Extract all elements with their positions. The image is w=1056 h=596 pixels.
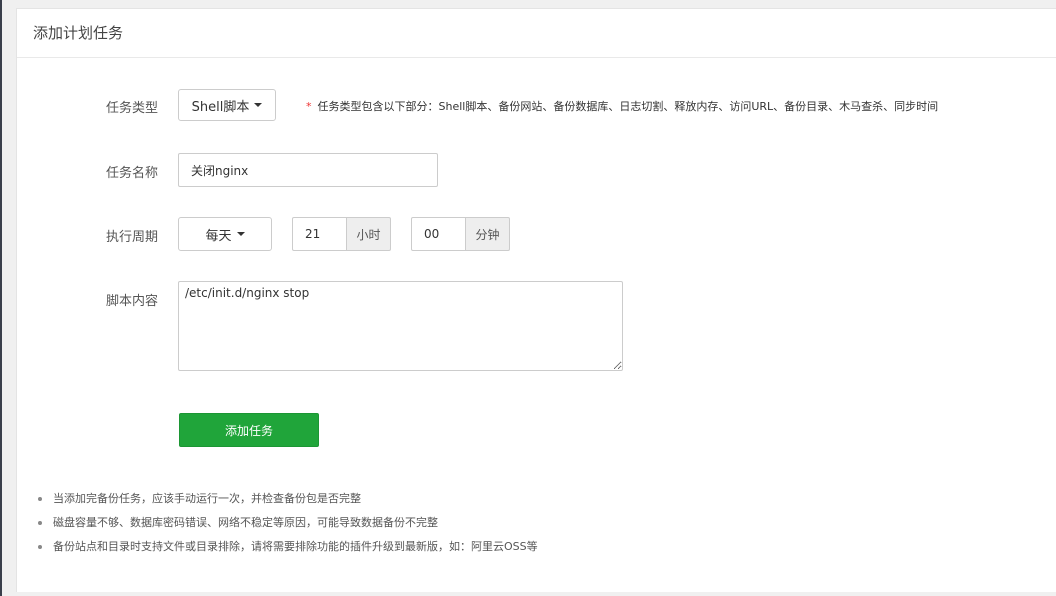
list-item: 磁盘容量不够、数据库密码错误、网络不稳定等原因，可能导致数据备份不完整 — [37, 511, 538, 535]
period-dropdown[interactable]: 每天 — [178, 217, 272, 251]
task-type-selected: Shell脚本 — [191, 99, 250, 115]
task-type-label: 任务类型 — [105, 101, 158, 116]
note-text: 当添加完备份任务，应该手动运行一次，并检查备份包是否完整 — [53, 492, 361, 505]
schedule-label: 执行周期 — [105, 230, 158, 245]
period-selected: 每天 — [205, 228, 232, 244]
hour-input[interactable] — [292, 217, 347, 251]
script-textarea[interactable] — [178, 281, 623, 371]
task-name-label: 任务名称 — [105, 166, 158, 181]
notes-list: 当添加完备份任务，应该手动运行一次，并检查备份包是否完整 磁盘容量不够、数据库密… — [37, 487, 538, 559]
task-name-input[interactable] — [178, 153, 438, 187]
bullet-icon — [38, 545, 42, 549]
hour-unit-addon: 小时 — [347, 217, 391, 251]
required-star: * — [306, 100, 312, 113]
bullet-icon — [38, 521, 42, 525]
note-text: 磁盘容量不够、数据库密码错误、网络不稳定等原因，可能导致数据备份不完整 — [53, 516, 438, 529]
list-item: 当添加完备份任务，应该手动运行一次，并检查备份包是否完整 — [37, 487, 538, 511]
panel-title: 添加计划任务 — [17, 9, 1056, 58]
list-item: 备份站点和目录时支持文件或目录排除，请将需要排除功能的插件升级到最新版，如：阿里… — [37, 535, 538, 559]
minute-unit-addon: 分钟 — [466, 217, 510, 251]
add-task-button[interactable]: 添加任务 — [179, 413, 319, 447]
sidebar-edge — [0, 0, 2, 596]
chevron-down-icon — [254, 103, 263, 107]
task-type-hint: * 任务类型包含以下部分：Shell脚本、备份网站、备份数据库、日志切割、释放内存… — [306, 98, 938, 114]
note-text: 备份站点和目录时支持文件或目录排除，请将需要排除功能的插件升级到最新版，如：阿里… — [53, 540, 538, 553]
chevron-down-icon — [236, 232, 245, 236]
script-label: 脚本内容 — [105, 294, 158, 309]
minute-input[interactable] — [411, 217, 466, 251]
task-type-hint-text: 任务类型包含以下部分：Shell脚本、备份网站、备份数据库、日志切割、释放内存、… — [317, 100, 939, 113]
add-cron-task-panel: 添加计划任务 任务类型 Shell脚本 * 任务类型包含以下部分：Shell脚本、… — [16, 8, 1056, 592]
bullet-icon — [38, 497, 42, 501]
task-type-dropdown[interactable]: Shell脚本 — [178, 89, 276, 121]
